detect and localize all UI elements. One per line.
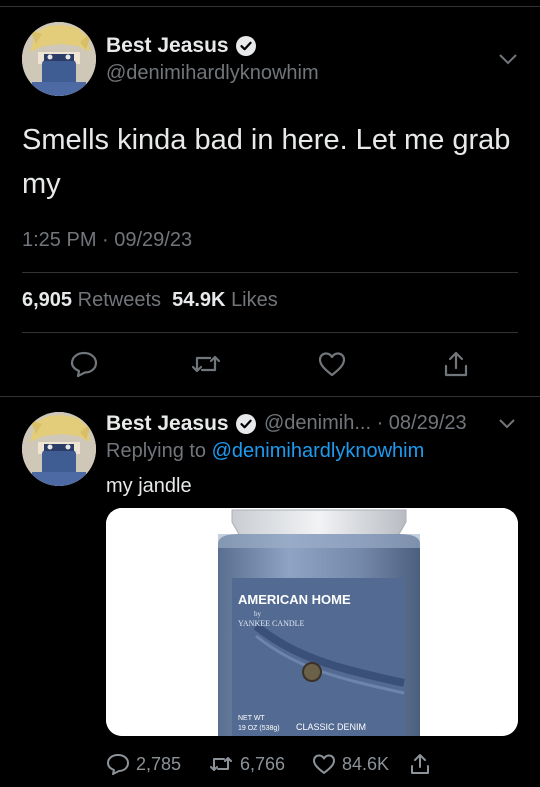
reply-handle-date[interactable]: @denimih... · 08/29/23 [264,412,467,435]
reply-icon [107,754,129,775]
like-button[interactable]: 84.6K [312,752,389,776]
tweet-media-image[interactable]: AMERICAN HOME by YANKEE CANDLE CLASSIC D… [106,508,518,736]
replying-prefix: Replying to [106,440,207,462]
avatar[interactable] [22,22,96,96]
top-divider [0,6,540,7]
verified-badge-icon [235,413,257,435]
reply-button[interactable]: 2,785 [106,752,181,776]
tweet-timestamp[interactable]: 1:25 PM · 09/29/23 [22,229,192,252]
divider [22,332,518,333]
share-icon [411,754,429,774]
display-name[interactable]: Best Jeasus [106,34,229,58]
replying-handle-link[interactable]: @denimihardlyknowhim [212,440,425,462]
likes-stat[interactable]: 54.9K Likes [172,289,278,311]
share-button[interactable] [408,752,438,776]
heart-icon [313,754,335,774]
retweet-icon[interactable] [190,348,222,380]
author-handle[interactable]: @denimihardlyknowhim [106,62,319,85]
retweet-icon [210,757,232,771]
reply-count: 2,785 [136,753,182,774]
author-name-row: Best Jeasus [106,34,257,58]
retweets-count: 6,905 [22,289,73,311]
likes-count: 54.9K [172,289,226,311]
label-by: by [254,610,262,618]
engagement-stats: 6,905 Retweets 54.9K Likes [22,289,278,312]
like-count: 84.6K [342,753,390,774]
divider [0,396,540,397]
retweet-button[interactable]: 6,766 [208,752,285,776]
reply-display-name[interactable]: Best Jeasus [106,412,229,436]
chevron-down-icon[interactable] [498,52,518,70]
reply-text: my jandle [106,475,192,497]
likes-label: Likes [231,289,278,311]
chevron-down-icon[interactable] [498,416,516,434]
label-scent: CLASSIC DENIM [296,722,366,732]
retweets-stat[interactable]: 6,905 Retweets [22,289,161,311]
label-weight: 19 OZ (538g) [238,725,280,732]
divider [22,272,518,273]
retweet-count: 6,766 [240,753,286,774]
share-icon[interactable] [440,348,472,380]
label-maker: YANKEE CANDLE [238,619,305,628]
reply-avatar[interactable] [22,412,96,486]
reply-icon[interactable] [68,348,100,380]
heart-icon[interactable] [316,348,348,380]
reply-author-name-row: Best Jeasus [106,412,257,436]
replying-to: Replying to @denimihardlyknowhim [106,440,424,463]
label-net: NET WT [238,715,265,722]
retweets-label: Retweets [77,289,161,311]
verified-badge-icon [235,35,257,57]
tweet-text: Smells kinda bad in here. Let me grab my [22,124,511,200]
label-brand: AMERICAN HOME [238,592,351,607]
